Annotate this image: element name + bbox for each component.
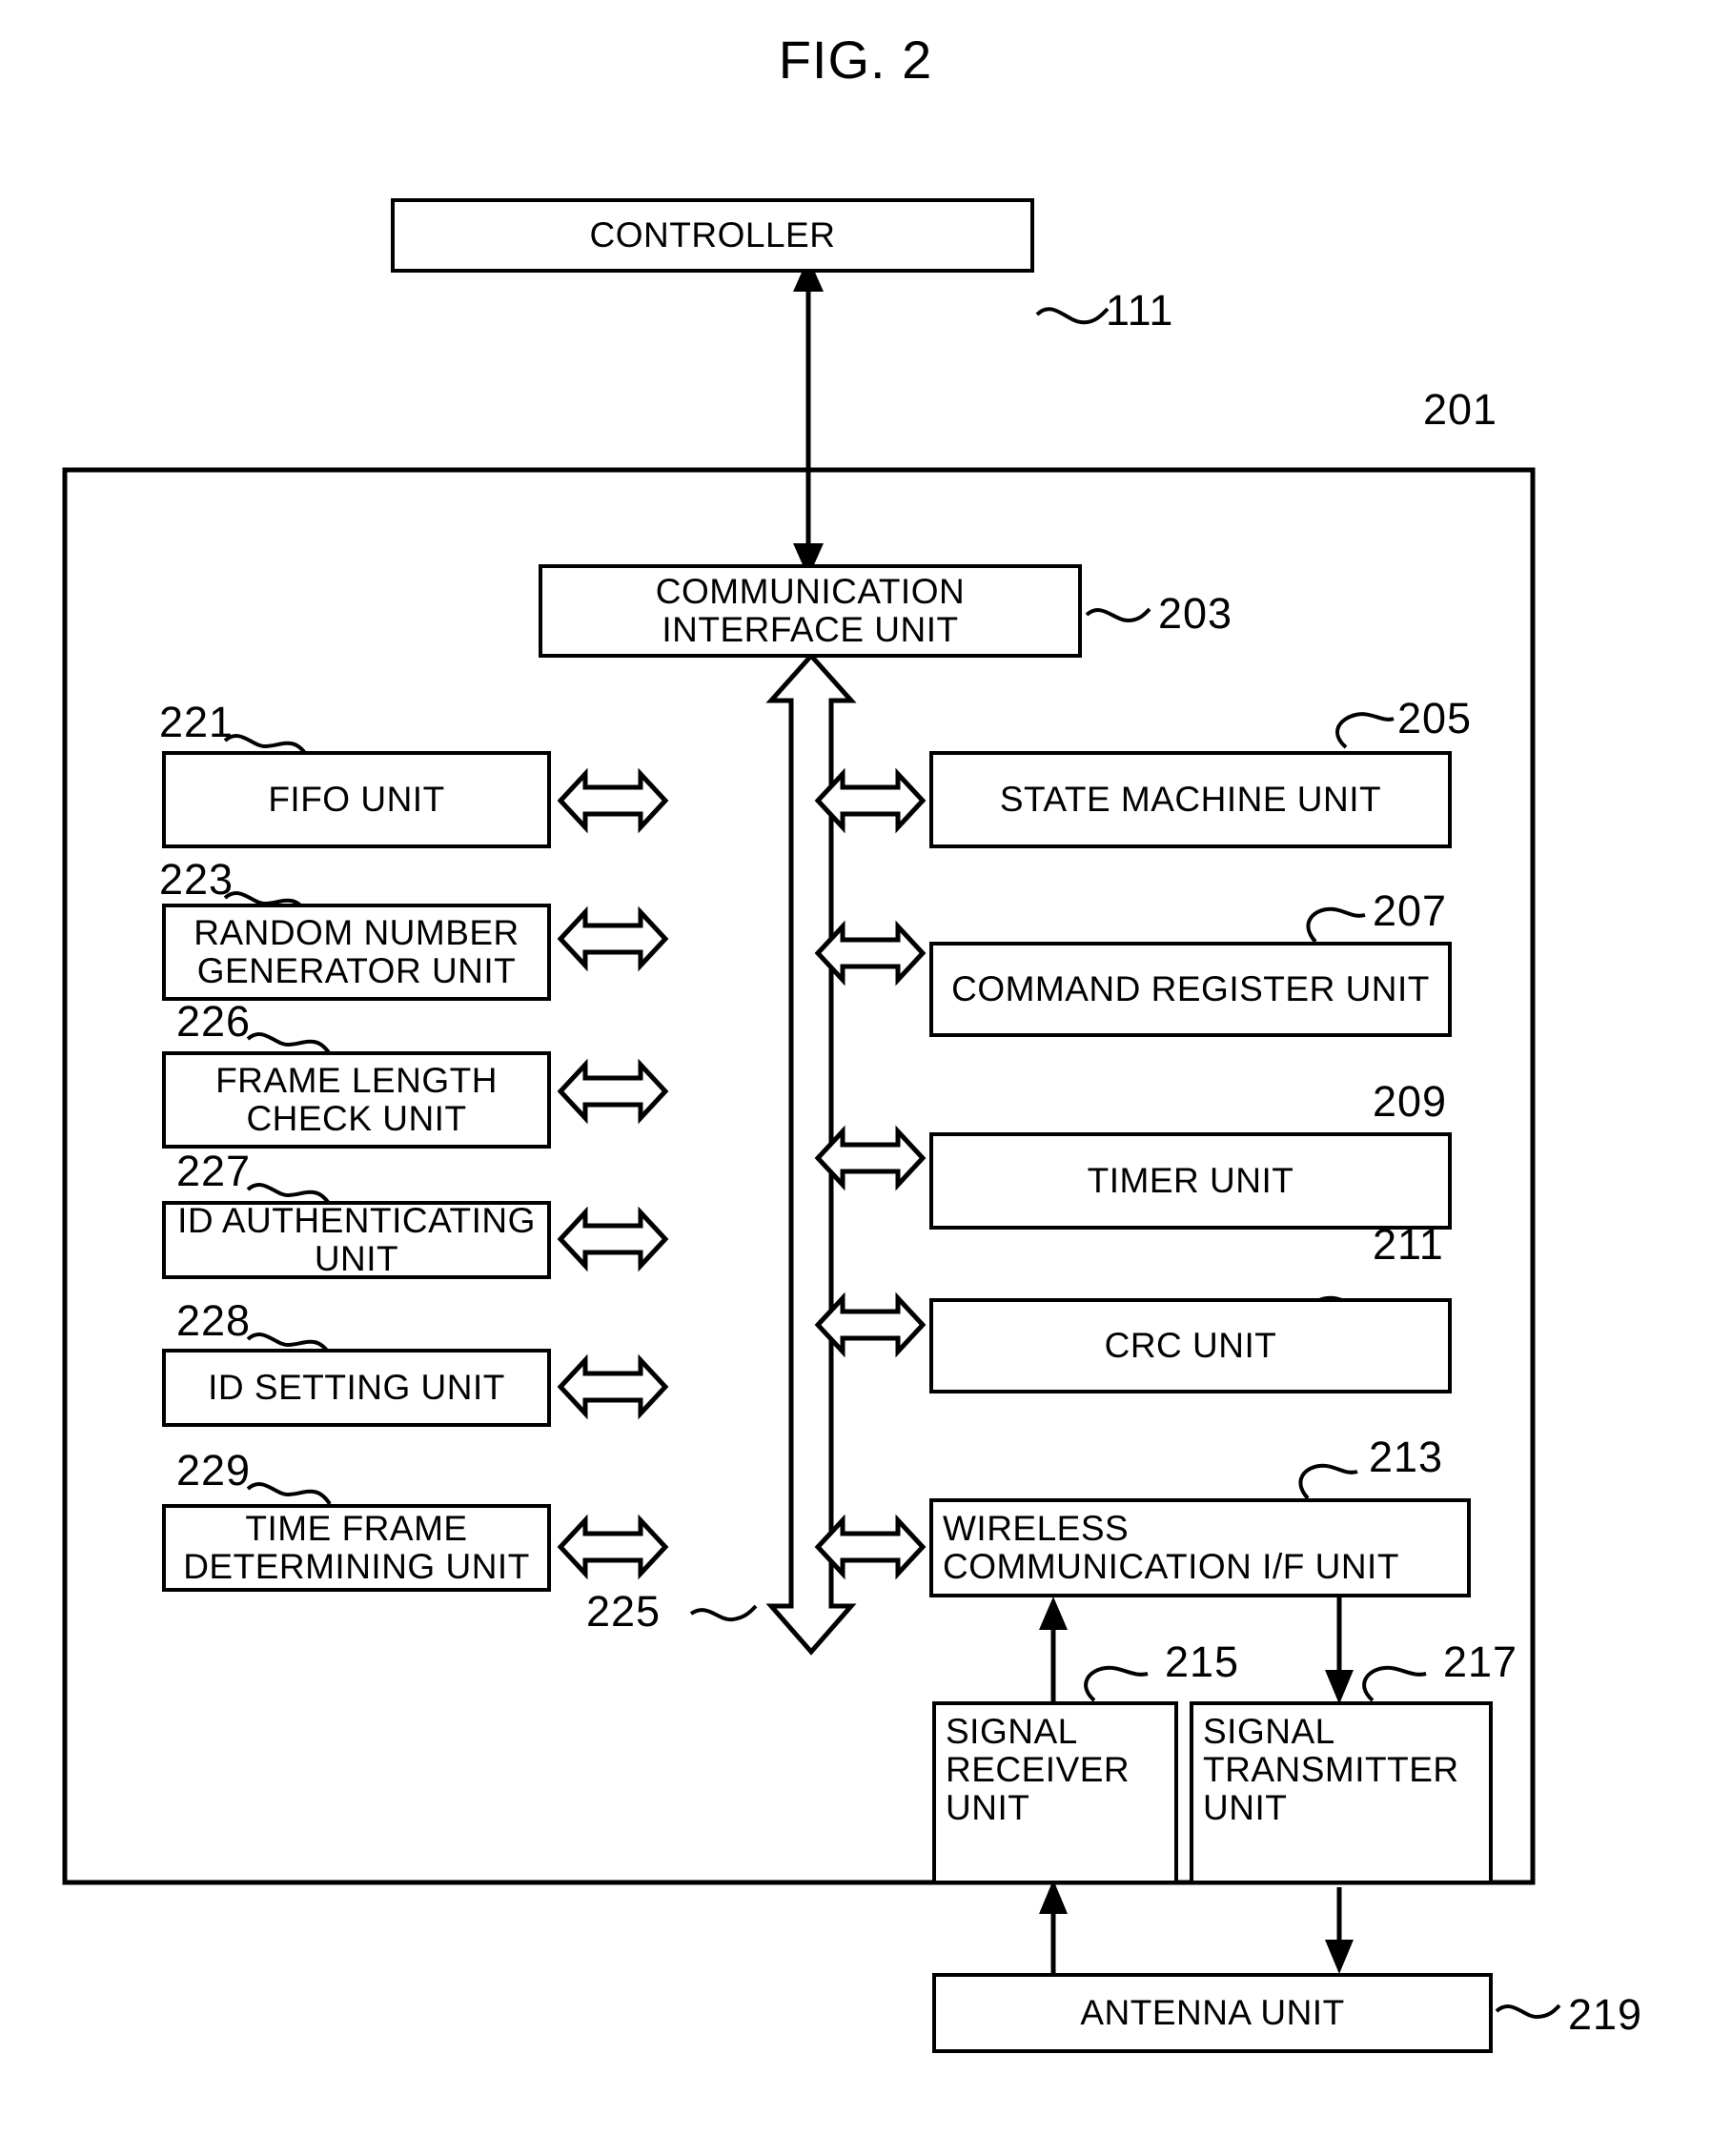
figure-canvas: FIG. 2 CONTROLLER 111 201 COMMUNICATION … <box>0 0 1711 2156</box>
ref-217: 217 <box>1443 1637 1518 1686</box>
block-antenna-unit-label: ANTENNA UNIT <box>1080 1993 1345 2033</box>
ref-215: 215 <box>1165 1637 1240 1686</box>
block-crc-unit[interactable]: CRC UNIT <box>929 1298 1452 1393</box>
block-id-setting-unit-label: ID SETTING UNIT <box>208 1368 505 1408</box>
ref-209: 209 <box>1373 1077 1448 1126</box>
arrowhead-tx-antenna <box>1325 1940 1354 1974</box>
ref-226: 226 <box>176 997 252 1046</box>
block-command-register-unit[interactable]: COMMAND REGISTER UNIT <box>929 942 1452 1037</box>
leader-225 <box>689 1604 758 1622</box>
block-random-number-generator-unit-label: RANDOM NUMBER GENERATOR UNIT <box>194 913 519 990</box>
block-random-number-generator-unit[interactable]: RANDOM NUMBER GENERATOR UNIT <box>162 904 551 1001</box>
block-communication-interface-unit-label: COMMUNICATION INTERFACE UNIT <box>655 572 966 649</box>
ref-229: 229 <box>176 1446 252 1495</box>
block-time-frame-determining-unit-label: TIME FRAME DETERMINING UNIT <box>183 1509 530 1586</box>
block-communication-interface-unit[interactable]: COMMUNICATION INTERFACE UNIT <box>539 564 1082 658</box>
block-id-authenticating-unit-label: ID AUTHENTICATING UNIT <box>177 1201 536 1278</box>
ref-211: 211 <box>1373 1220 1444 1269</box>
block-time-frame-determining-unit[interactable]: TIME FRAME DETERMINING UNIT <box>162 1504 551 1592</box>
block-signal-transmitter-unit[interactable]: SIGNAL TRANSMITTER UNIT <box>1190 1701 1493 1884</box>
leader-205 <box>1335 712 1395 749</box>
arrowhead-tx-down <box>1325 1670 1354 1704</box>
ref-227: 227 <box>176 1147 252 1195</box>
block-signal-receiver-unit-label: SIGNAL RECEIVER UNIT <box>946 1712 1130 1827</box>
leader-213 <box>1298 1463 1358 1500</box>
block-signal-transmitter-unit-label: SIGNAL TRANSMITTER UNIT <box>1203 1712 1459 1827</box>
connector-arrows-left <box>557 767 669 1580</box>
block-state-machine-unit[interactable]: STATE MACHINE UNIT <box>929 751 1452 848</box>
block-timer-unit[interactable]: TIMER UNIT <box>929 1132 1452 1230</box>
block-timer-unit-label: TIMER UNIT <box>1087 1161 1294 1201</box>
ref-213: 213 <box>1369 1433 1444 1481</box>
ref-111: 111 <box>1106 286 1174 335</box>
ref-223: 223 <box>159 855 234 904</box>
block-fifo-unit[interactable]: FIFO UNIT <box>162 751 551 848</box>
ref-221: 221 <box>159 698 234 746</box>
leader-219 <box>1495 2003 1561 2020</box>
block-fifo-unit-label: FIFO UNIT <box>268 780 445 820</box>
block-antenna-unit[interactable]: ANTENNA UNIT <box>932 1973 1493 2053</box>
ref-207: 207 <box>1373 886 1448 935</box>
leader-203 <box>1085 607 1151 623</box>
ref-203: 203 <box>1158 589 1233 638</box>
block-wireless-communication-if-unit-label: WIRELESS COMMUNICATION I/F UNIT <box>943 1509 1399 1586</box>
block-frame-length-check-unit[interactable]: FRAME LENGTH CHECK UNIT <box>162 1051 551 1149</box>
block-wireless-communication-if-unit[interactable]: WIRELESS COMMUNICATION I/F UNIT <box>929 1498 1471 1597</box>
leader-217 <box>1362 1665 1427 1702</box>
ref-225: 225 <box>586 1587 662 1636</box>
leader-215 <box>1084 1665 1149 1702</box>
leader-207 <box>1306 906 1366 944</box>
block-signal-receiver-unit[interactable]: SIGNAL RECEIVER UNIT <box>932 1701 1178 1884</box>
ref-219: 219 <box>1568 1990 1643 2039</box>
block-state-machine-unit-label: STATE MACHINE UNIT <box>999 780 1382 820</box>
block-crc-unit-label: CRC UNIT <box>1104 1326 1277 1366</box>
ref-228: 228 <box>176 1296 252 1345</box>
ref-201: 201 <box>1423 385 1498 434</box>
leader-229 <box>246 1482 332 1506</box>
leader-111 <box>1035 307 1110 325</box>
arrowhead-rx-up <box>1039 1597 1068 1630</box>
block-id-authenticating-unit[interactable]: ID AUTHENTICATING UNIT <box>162 1201 551 1279</box>
block-controller-label: CONTROLLER <box>589 215 836 255</box>
block-controller[interactable]: CONTROLLER <box>391 198 1034 273</box>
block-command-register-unit-label: COMMAND REGISTER UNIT <box>951 969 1430 1009</box>
ref-205: 205 <box>1397 694 1473 742</box>
block-frame-length-check-unit-label: FRAME LENGTH CHECK UNIT <box>215 1061 498 1138</box>
block-id-setting-unit[interactable]: ID SETTING UNIT <box>162 1349 551 1427</box>
